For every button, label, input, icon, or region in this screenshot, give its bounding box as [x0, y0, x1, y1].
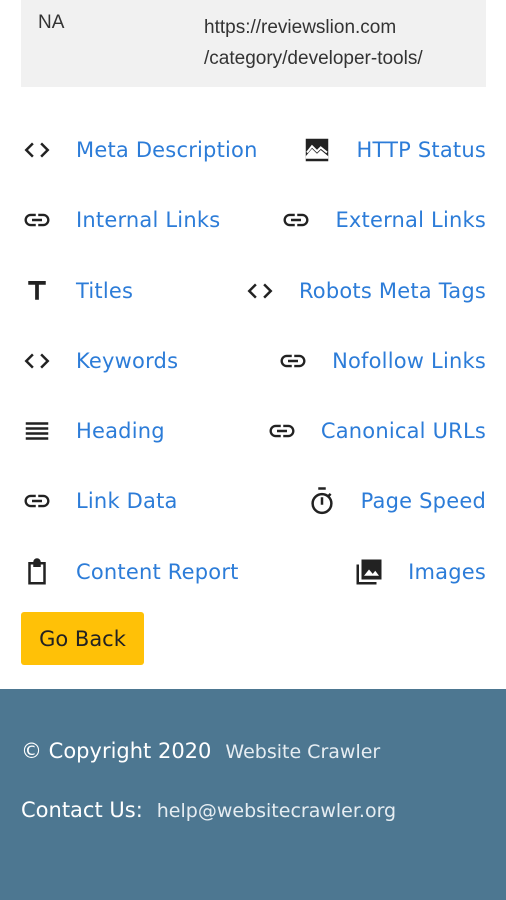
copyright-text: © Copyright 2020	[21, 739, 212, 763]
detail-url-line2: /category/developer-tools/	[204, 48, 423, 69]
link-meta-description[interactable]: Meta Description	[22, 130, 258, 170]
detail-value: NA	[38, 12, 65, 33]
link-icon	[281, 205, 311, 235]
link-label: Content Report	[76, 560, 239, 584]
link-label: Nofollow Links	[332, 349, 486, 373]
link-label: Keywords	[76, 349, 179, 373]
link-external-links[interactable]: External Links	[281, 200, 486, 240]
link-label: External Links	[335, 208, 486, 232]
detail-url: https://reviewslion.com /category/develo…	[204, 12, 423, 74]
link-content-report[interactable]: Content Report	[22, 552, 239, 592]
link-heading[interactable]: Heading	[22, 411, 165, 451]
link-label: Images	[408, 560, 486, 584]
link-label: HTTP Status	[356, 138, 486, 162]
url-details-box: NA https://reviewslion.com /category/dev…	[21, 0, 486, 87]
code-icon	[245, 276, 275, 306]
link-label: Link Data	[76, 489, 178, 513]
link-label: Meta Description	[76, 138, 258, 162]
link-titles[interactable]: Titles	[22, 271, 133, 311]
link-icon	[22, 205, 52, 235]
image-landscape-icon	[302, 135, 332, 165]
link-robots-meta-tags[interactable]: Robots Meta Tags	[245, 271, 486, 311]
link-keywords[interactable]: Keywords	[22, 341, 178, 381]
code-icon	[22, 346, 52, 376]
contact-label: Contact Us:	[21, 798, 143, 822]
link-images[interactable]: Images	[354, 552, 486, 592]
title-icon	[22, 276, 52, 306]
contact-email-link[interactable]: help@websitecrawler.org	[157, 800, 396, 822]
link-icon	[22, 486, 52, 516]
link-label: Page Speed	[360, 489, 486, 513]
link-internal-links[interactable]: Internal Links	[22, 200, 220, 240]
link-nofollow-links[interactable]: Nofollow Links	[278, 341, 486, 381]
link-canonical-urls[interactable]: Canonical URLs	[267, 411, 486, 451]
footer-contact-row: Contact Us: help@websitecrawler.org	[21, 798, 396, 822]
site-link[interactable]: Website Crawler	[225, 741, 380, 763]
link-http-status[interactable]: HTTP Status	[302, 130, 486, 170]
detail-url-line1: https://reviewslion.com	[204, 17, 397, 38]
go-back-button[interactable]: Go Back	[21, 612, 144, 665]
link-label: Internal Links	[76, 208, 221, 232]
clipboard-icon	[22, 557, 52, 587]
footer-copyright-row: © Copyright 2020 Website Crawler	[21, 739, 380, 763]
link-label: Titles	[76, 279, 134, 303]
link-icon	[267, 416, 297, 446]
timer-icon	[307, 486, 337, 516]
link-label: Robots Meta Tags	[298, 279, 486, 303]
link-page-speed[interactable]: Page Speed	[307, 481, 486, 521]
footer: © Copyright 2020 Website Crawler Contact…	[0, 689, 506, 900]
link-icon	[278, 346, 308, 376]
list-icon	[22, 416, 52, 446]
link-label: Heading	[76, 419, 165, 443]
code-icon	[22, 135, 52, 165]
photo-library-icon	[354, 557, 384, 587]
link-label: Canonical URLs	[320, 419, 486, 443]
link-link-data[interactable]: Link Data	[22, 481, 178, 521]
